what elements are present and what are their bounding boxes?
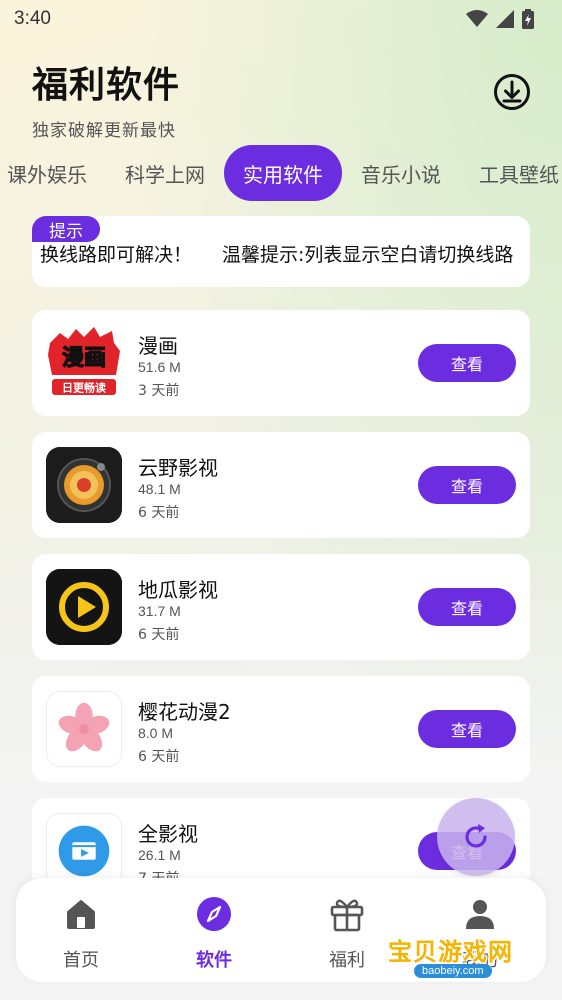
compass-icon: [197, 897, 231, 931]
nav-label-welfare: 福利: [329, 950, 365, 971]
notice-badge: 提示: [32, 216, 100, 242]
app-name: 全影视: [138, 822, 198, 846]
quanyingshi-icon: [46, 813, 122, 878]
app-date: 3 天前: [138, 383, 180, 399]
signal-icon: [496, 10, 514, 28]
status-icons: [466, 9, 534, 29]
nav-item-welfare[interactable]: 福利: [297, 878, 397, 982]
nav-label-home: 首页: [63, 950, 99, 971]
page-subtitle: 独家破解更新最快: [32, 121, 176, 141]
wifi-icon: [466, 10, 488, 27]
view-button[interactable]: 查看: [418, 466, 516, 504]
manhua-icon-title: 漫画: [62, 346, 106, 371]
home-icon: [67, 900, 95, 929]
status-bar: 3:40: [0, 0, 562, 38]
page-header: 福利软件 独家破解更新最快: [32, 56, 180, 141]
nav-label-software: 软件: [196, 950, 232, 971]
notice-banner: 换线路即可解决！ 温馨提示:列表显示空白请切换线路 提示: [32, 216, 530, 287]
notice-segment: 温馨提示:列表显示空白请切换线路: [222, 244, 514, 266]
app-size: 31.7 M: [138, 603, 181, 619]
app-size: 51.6 M: [138, 359, 181, 375]
tab-kexue[interactable]: 科学上网: [106, 145, 224, 201]
sakura-icon: [46, 691, 122, 767]
app-name: 云野影视: [138, 456, 218, 480]
app-name: 漫画: [138, 334, 178, 358]
nav-item-home[interactable]: 首页: [31, 878, 131, 982]
refresh-icon: [465, 824, 487, 848]
notice-marquee: 换线路即可解决！ 温馨提示:列表显示空白请切换线路: [40, 240, 530, 267]
app-date: 6 天前: [138, 505, 180, 521]
download-icon: [494, 74, 530, 110]
status-time: 3:40: [14, 8, 51, 29]
app-date: 7 天前: [138, 868, 179, 878]
view-button[interactable]: 查看: [418, 344, 516, 382]
refresh-button[interactable]: [437, 798, 515, 876]
gift-icon: [330, 899, 364, 932]
app-size: 8.0 M: [138, 725, 174, 741]
category-tabs: 课外娱乐 科学上网 实用软件 音乐小说 工具壁纸: [0, 144, 562, 202]
app-date: 6 天前: [138, 749, 180, 765]
watermark-url: baobeiy.com: [414, 964, 492, 978]
page-title: 福利软件: [32, 65, 181, 106]
view-button[interactable]: 查看: [418, 710, 516, 748]
manhua-icon: 漫画 日更畅读: [46, 325, 122, 401]
app-name: 地瓜影视: [138, 578, 218, 602]
manhua-icon-subtitle: 日更畅读: [62, 381, 106, 395]
tab-kewai[interactable]: 课外娱乐: [0, 145, 106, 201]
yunye-icon: [46, 447, 122, 523]
notice-segment: 换线路即可解决！: [40, 244, 193, 266]
digua-icon: [46, 569, 122, 645]
app-card[interactable]: 云野影视 48.1 M 6 天前 查看: [32, 432, 530, 538]
profile-icon: [466, 900, 494, 929]
nav-item-software[interactable]: 软件: [164, 878, 264, 982]
app-card[interactable]: 漫画 日更畅读 漫画 51.6 M 3 天前 查看: [32, 310, 530, 416]
app-size: 48.1 M: [138, 481, 181, 497]
app-card[interactable]: 樱花动漫2 8.0 M 6 天前 查看: [32, 676, 530, 782]
battery-icon: [522, 9, 534, 29]
app-list: 漫画 日更畅读 漫画 51.6 M 3 天前 查看 云野影视 48.1 M 6 …: [32, 310, 530, 798]
download-button[interactable]: [492, 72, 532, 112]
tab-yinyue[interactable]: 音乐小说: [342, 145, 460, 201]
app-date: 6 天前: [138, 627, 180, 643]
app-card[interactable]: 地瓜影视 31.7 M 6 天前 查看: [32, 554, 530, 660]
app-name: 樱花动漫2: [138, 700, 231, 724]
view-button[interactable]: 查看: [418, 588, 516, 626]
watermark-text: 宝贝游戏网: [388, 938, 513, 966]
watermark: 宝贝游戏网 baobeiy.com: [388, 930, 536, 990]
tab-gongju[interactable]: 工具壁纸: [460, 145, 562, 201]
app-size: 26.1 M: [138, 847, 181, 863]
tab-shiyong[interactable]: 实用软件: [224, 145, 342, 201]
